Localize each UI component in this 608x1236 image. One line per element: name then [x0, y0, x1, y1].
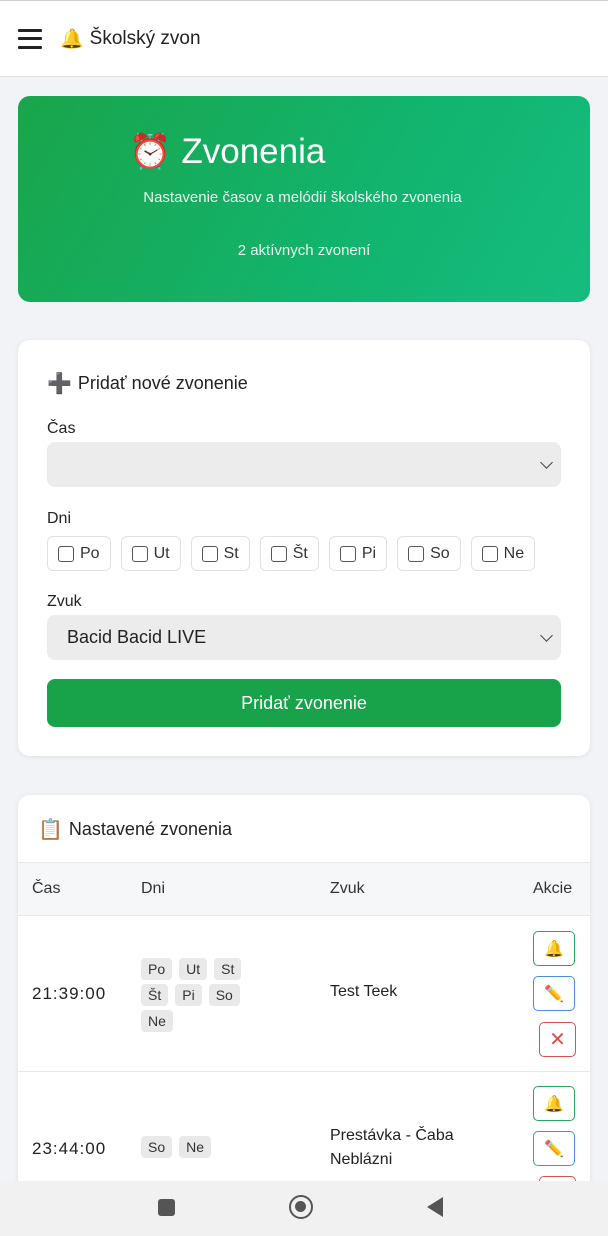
days-checkbox-group: Po Ut St Št Pi So Ne: [47, 536, 545, 571]
add-bell-button[interactable]: Pridať zvonenie: [47, 679, 561, 727]
days-label: Dni: [47, 510, 72, 527]
add-bell-heading: ➕ Pridať nové zvonenie: [47, 371, 248, 396]
recent-apps-icon[interactable]: [158, 1199, 175, 1216]
day-checkbox-pi[interactable]: Pi: [328, 536, 388, 571]
edit-button[interactable]: ✏️: [533, 1131, 575, 1166]
bell-sound: Test Teek: [330, 983, 398, 1000]
menu-icon[interactable]: [18, 28, 42, 49]
day-label: Ne: [503, 544, 525, 562]
bell-sound: Prestávka - Čaba Neblázni: [330, 1127, 454, 1168]
bells-list-title: Nastavené zvonenia: [68, 819, 233, 839]
hero-banner: ⏰ Zvonenia Nastavenie časov a melódií šk…: [18, 96, 590, 302]
sound-select[interactable]: Bacid Bacid LIVE: [47, 615, 561, 660]
day-checkbox-ne[interactable]: Ne: [470, 536, 536, 571]
day-checkbox-so[interactable]: So: [397, 536, 461, 571]
bell-days: Po Ut St Št Pi So Ne: [141, 958, 281, 1036]
app-header: 🔔 Školský zvon: [0, 0, 608, 77]
day-checkbox-st2[interactable]: Št: [259, 536, 319, 571]
day-label: Pi: [361, 544, 377, 562]
day-chip: Ne: [141, 1010, 173, 1032]
ring-now-button[interactable]: 🔔: [533, 1086, 575, 1121]
pencil-icon: ✏️: [544, 985, 564, 1003]
bells-list-card: 📋 Nastavené zvonenia Čas Dni Zvuk Akcie …: [18, 795, 590, 1236]
sound-select-value: Bacid Bacid LIVE: [67, 627, 207, 647]
page-subtitle: Nastavenie časov a melódií školského zvo…: [143, 189, 462, 206]
bell-icon: 🔔: [544, 940, 564, 958]
day-checkbox-po[interactable]: Po: [47, 536, 111, 571]
system-nav-bar: [0, 1181, 608, 1236]
bell-days: So Ne: [141, 1136, 281, 1162]
table-header: Čas Dni Zvuk Akcie: [18, 862, 590, 916]
checkbox-icon[interactable]: [58, 545, 74, 562]
chevron-down-icon: [540, 456, 553, 469]
bell-time: 21:39:00: [32, 984, 107, 1003]
alarm-clock-icon: ⏰: [129, 133, 172, 171]
day-label: So: [430, 544, 450, 562]
chevron-down-icon: [540, 629, 553, 642]
checkbox-icon[interactable]: [131, 545, 148, 562]
column-header-days: Dni: [141, 880, 166, 897]
delete-button[interactable]: ✕: [539, 1022, 576, 1057]
day-chip: Po: [141, 958, 173, 980]
day-chip: Št: [141, 984, 169, 1006]
day-label: Po: [80, 544, 100, 562]
sound-label: Zvuk: [47, 593, 82, 610]
bell-icon: 🔔: [60, 28, 84, 50]
column-header-sound: Zvuk: [330, 880, 365, 897]
app-title: Školský zvon: [89, 27, 201, 49]
bell-icon: 🔔: [544, 1095, 564, 1113]
close-icon: ✕: [549, 1029, 566, 1051]
time-select[interactable]: [47, 442, 561, 487]
plus-icon: ➕: [47, 373, 72, 395]
edit-button[interactable]: ✏️: [533, 976, 575, 1011]
day-chip: So: [141, 1136, 173, 1158]
table-row: 21:39:00 Po Ut St Št Pi So Ne Test Teek …: [18, 916, 590, 1072]
checkbox-icon[interactable]: [339, 545, 356, 562]
checkbox-icon[interactable]: [201, 545, 218, 562]
day-chip: Pi: [175, 984, 202, 1006]
time-label: Čas: [47, 420, 76, 437]
day-chip: Ne: [179, 1136, 212, 1158]
app-brand[interactable]: 🔔 Školský zvon: [60, 27, 201, 51]
add-bell-title: Pridať nové zvonenie: [77, 373, 248, 393]
active-count: 2 aktívnych zvonení: [237, 242, 371, 259]
ring-now-button[interactable]: 🔔: [533, 931, 575, 966]
day-label: St: [223, 544, 239, 562]
checkbox-icon[interactable]: [270, 545, 287, 562]
home-icon[interactable]: [289, 1195, 313, 1219]
day-label: Ut: [153, 544, 170, 562]
column-header-time: Čas: [32, 880, 61, 897]
day-chip: Ut: [179, 958, 208, 980]
day-checkbox-st[interactable]: St: [190, 536, 250, 571]
day-label: Št: [292, 544, 308, 562]
page-title-text: Zvonenia: [181, 132, 326, 171]
day-chip: So: [208, 984, 240, 1006]
bells-list-heading: 📋 Nastavené zvonenia: [38, 817, 232, 842]
back-icon[interactable]: [427, 1197, 443, 1217]
checkbox-icon[interactable]: [408, 545, 425, 562]
page-title: ⏰ Zvonenia: [129, 132, 325, 172]
day-checkbox-ut[interactable]: Ut: [120, 536, 181, 571]
day-chip: St: [214, 958, 242, 980]
pencil-icon: ✏️: [544, 1140, 564, 1158]
checkbox-icon[interactable]: [481, 545, 498, 562]
column-header-actions: Akcie: [533, 880, 573, 897]
clipboard-icon: 📋: [38, 819, 63, 841]
add-bell-card: ➕ Pridať nové zvonenie Čas Dni Po Ut St …: [18, 340, 590, 756]
bell-time: 23:44:00: [32, 1139, 107, 1158]
